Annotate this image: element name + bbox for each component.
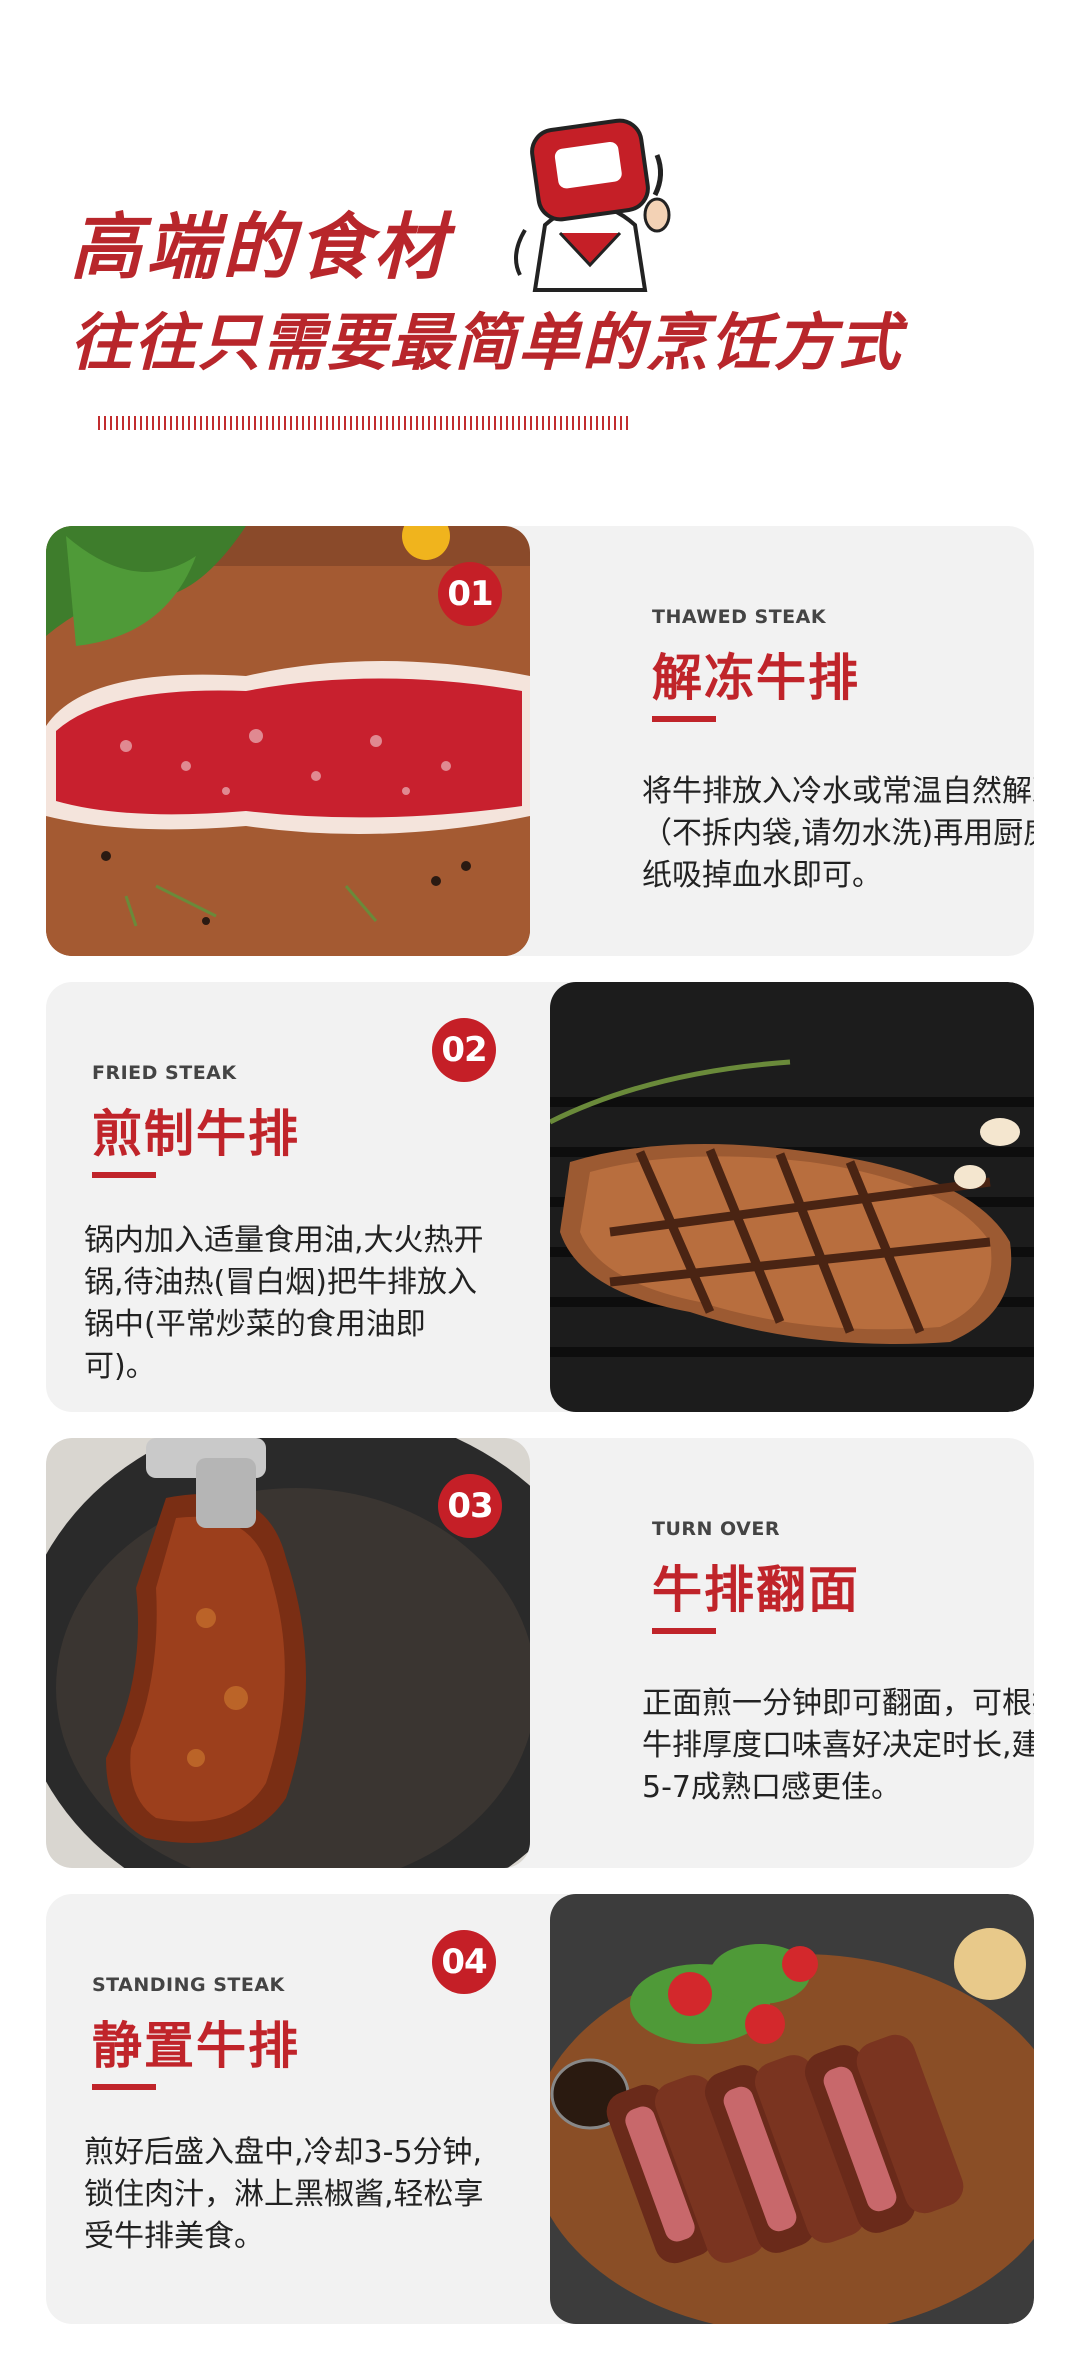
step-en-title: STANDING STEAK xyxy=(92,1974,285,1996)
grilled-steak-photo xyxy=(550,982,1034,1412)
step-number-badge: 04 xyxy=(432,1930,496,1994)
step-description: 煎好后盛入盘中,冷却3-5分钟,锁住肉汁，淋上黑椒酱,轻松享受牛排美食。 xyxy=(84,2135,484,2254)
mascot-illustration xyxy=(514,118,671,292)
title-underline xyxy=(92,1172,156,1178)
step-card-4: STANDING STEAK 静置牛排 煎好后盛入盘中,冷却3-5分钟,锁住肉汁… xyxy=(46,1894,1034,2324)
title-underline xyxy=(652,1628,716,1634)
step-description: 正面煎一分钟即可翻面，可根据牛排厚度口味喜好决定时长,建议5-7成熟口感更佳。 xyxy=(642,1686,1034,1805)
step-en-title: FRIED STEAK xyxy=(92,1062,237,1084)
title-underline xyxy=(652,716,716,722)
step-number-badge: 03 xyxy=(438,1474,502,1538)
sliced-steak-photo xyxy=(550,1894,1034,2324)
step-description: 将牛排放入冷水或常温自然解冻（不拆内袋,请勿水洗)再用厨房纸吸掉血水即可。 xyxy=(642,774,1034,893)
step-description: 锅内加入适量食用油,大火热开锅,待油热(冒白烟)把牛排放入锅中(平常炒菜的食用油… xyxy=(84,1223,484,1384)
page-header: 高端的食材 往往只需要最简单的烹饪方式 xyxy=(0,0,1080,470)
title-underline xyxy=(92,2084,156,2090)
decorative-ruler-divider xyxy=(98,416,628,430)
headline-line2-highlight: 单的烹饪方式 xyxy=(518,306,903,379)
step-en-title: THAWED STEAK xyxy=(652,606,827,628)
headline-line2: 往往只需要最简单的烹饪方式 xyxy=(70,292,902,382)
step-text-1: THAWED STEAK 解冻牛排 将牛排放入冷水或常温自然解冻（不拆内袋,请勿… xyxy=(586,526,1034,956)
step-text-3: TURN OVER 牛排翻面 正面煎一分钟即可翻面，可根据牛排厚度口味喜好决定时… xyxy=(586,1438,1034,1868)
step-cn-title: 牛排翻面 xyxy=(652,1561,860,1619)
step-cn-title: 煎制牛排 xyxy=(92,1105,300,1163)
step-number-badge: 01 xyxy=(438,562,502,626)
step-card-1: THAWED STEAK 解冻牛排 将牛排放入冷水或常温自然解冻（不拆内袋,请勿… xyxy=(46,526,1034,956)
step-card-2: FRIED STEAK 煎制牛排 锅内加入适量食用油,大火热开锅,待油热(冒白烟… xyxy=(46,982,1034,1412)
step-number-badge: 02 xyxy=(432,1018,496,1082)
headline-line1: 高端的食材 xyxy=(70,205,451,289)
step-en-title: TURN OVER xyxy=(652,1518,780,1540)
step-cn-title: 解冻牛排 xyxy=(652,649,860,707)
step-cn-title: 静置牛排 xyxy=(92,2017,300,2075)
step-card-3: TURN OVER 牛排翻面 正面煎一分钟即可翻面，可根据牛排厚度口味喜好决定时… xyxy=(46,1438,1034,1868)
headline-line2-text: 往往只需要最简 xyxy=(70,306,519,379)
